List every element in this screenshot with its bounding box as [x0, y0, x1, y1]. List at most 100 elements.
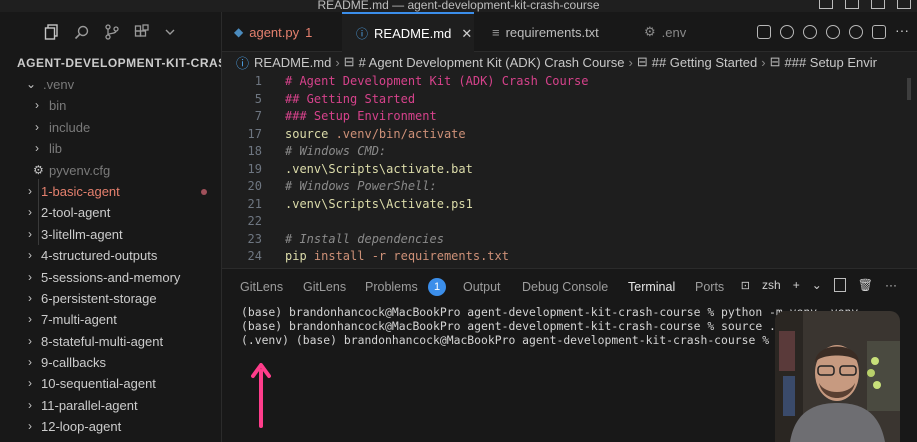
tab-output[interactable]: Output: [463, 280, 501, 294]
scrollbar[interactable]: [907, 78, 911, 100]
chevron-down-icon[interactable]: [164, 26, 176, 38]
tree-item-5-sessions-and-memory[interactable]: › 5-sessions-and-memory: [8, 267, 221, 288]
chevron-right-icon: ›: [28, 226, 32, 241]
panel-tabs: GitLens GitLens Problems 1 Output Debug …: [222, 269, 917, 305]
tree-item-8-stateful-multi-agent[interactable]: › 8-stateful-multi-agent: [8, 331, 221, 352]
chevron-right-icon: ›: [35, 119, 39, 134]
tab-requirements-txt[interactable]: ≡ requirements.txt: [478, 12, 628, 52]
more-actions-icon[interactable]: ···: [885, 278, 897, 292]
terminal-line: (base) brandonhancock@MacBookPro agent-d…: [241, 305, 859, 319]
trash-icon[interactable]: 🗑: [858, 278, 873, 292]
tree-item-bin[interactable]: › bin: [8, 95, 221, 116]
breadcrumb-separator: ›: [335, 54, 340, 70]
title-bar: README.md — agent-development-kit-crash-…: [0, 0, 917, 12]
toggle-secondary-sidebar-icon[interactable]: [871, 0, 885, 9]
tab-agent-py[interactable]: ◆ agent.py 1: [222, 12, 340, 52]
tree-item-9-callbacks[interactable]: › 9-callbacks: [8, 352, 221, 373]
tree-item-10-sequential-agent[interactable]: › 10-sequential-agent: [8, 373, 221, 394]
tree-item-1-basic-agent[interactable]: › 1-basic-agent: [8, 181, 221, 202]
chevron-right-icon: ›: [28, 376, 32, 391]
layout-controls: [819, 0, 911, 9]
tab-debug-console[interactable]: Debug Console: [522, 280, 608, 294]
activity-bar: [0, 12, 8, 442]
breadcrumb-item[interactable]: ### Setup Envir: [784, 55, 877, 70]
lines-icon: ≡: [492, 24, 500, 40]
search-icon[interactable]: [74, 24, 90, 40]
tree-item-lib[interactable]: › lib: [8, 138, 221, 159]
copilot-icon[interactable]: [780, 25, 794, 39]
code-editor[interactable]: 1 # Agent Development Kit (ADK) Crash Cou…: [222, 72, 917, 268]
chevron-down-icon: ⌄: [26, 77, 37, 91]
chevron-right-icon: ›: [28, 333, 32, 348]
gear-icon: ⚙: [33, 162, 44, 177]
terminal-icon: ⊡: [740, 279, 750, 292]
breadcrumb-item[interactable]: README.md: [254, 55, 331, 70]
sidebar-toolbar: [8, 12, 221, 52]
tree-item-venv[interactable]: ⌄ .venv: [8, 74, 221, 95]
breadcrumb-separator: ›: [761, 54, 766, 70]
tab-terminal[interactable]: Terminal: [628, 280, 675, 294]
editor-tabs: ◆ agent.py 1 ⓘ README.md ✕ ≡ requirement…: [222, 12, 917, 53]
modified-dot: [201, 188, 207, 195]
more-actions-icon[interactable]: ···: [895, 23, 909, 39]
extensions-icon[interactable]: [134, 24, 150, 40]
split-terminal-icon[interactable]: [833, 278, 846, 292]
chevron-right-icon: ›: [28, 290, 32, 305]
webcam-overlay: [775, 311, 900, 442]
chevron-right-icon: ›: [28, 269, 32, 284]
toggle-panel-icon[interactable]: [845, 0, 859, 9]
toggle-sidebar-icon[interactable]: [819, 0, 833, 9]
terminal-line: (.venv) (base) brandonhancock@MacBookPro…: [241, 333, 785, 347]
window-title: README.md — agent-development-kit-crash-…: [317, 0, 600, 12]
tree-item-3-litellm-agent[interactable]: › 3-litellm-agent: [8, 224, 221, 245]
tree-item-11-parallel-agent[interactable]: › 11-parallel-agent: [8, 395, 221, 416]
breadcrumb-separator: ›: [628, 54, 633, 70]
compare-icon[interactable]: [803, 25, 817, 39]
chevron-right-icon: ›: [28, 312, 32, 327]
editor-actions: ···: [757, 12, 917, 52]
tree-item-12-loop-agent[interactable]: › 12-loop-agent: [8, 416, 221, 437]
tree-item-6-persistent-storage[interactable]: › 6-persistent-storage: [8, 288, 221, 309]
terminal-shell-name[interactable]: zsh: [762, 278, 781, 292]
tree-item-include[interactable]: › include: [8, 117, 221, 138]
chevron-down-icon[interactable]: ⌄: [812, 278, 822, 292]
back-icon[interactable]: [826, 25, 840, 39]
tab-problems[interactable]: Problems: [365, 280, 418, 294]
chevron-right-icon: ›: [28, 355, 32, 370]
breadcrumb-item[interactable]: ## Getting Started: [652, 55, 758, 70]
breadcrumb: ⓘ README.md › ⊟ # Agent Development Kit …: [222, 52, 917, 72]
add-terminal-icon[interactable]: +: [793, 278, 800, 292]
chevron-right-icon: ›: [28, 183, 32, 198]
breadcrumb-item[interactable]: # Agent Development Kit (ADK) Crash Cour…: [359, 55, 625, 70]
file-tree: ⌄ .venv › bin › include › lib ⚙ pyvenv.cfg › 1…: [8, 74, 221, 438]
gear-icon: ⚙: [644, 24, 656, 39]
source-control-icon[interactable]: [104, 24, 120, 40]
chevron-right-icon: ›: [35, 98, 39, 113]
info-icon: ⓘ: [236, 55, 250, 71]
symbol-icon: ⊟: [636, 54, 648, 69]
forward-icon[interactable]: [849, 25, 863, 39]
symbol-icon: ⊟: [343, 54, 355, 69]
tree-item-7-multi-agent[interactable]: › 7-multi-agent: [8, 309, 221, 330]
tree-item-4-structured-outputs[interactable]: › 4-structured-outputs: [8, 245, 221, 266]
chevron-right-icon: ›: [35, 141, 39, 156]
chevron-right-icon: ›: [28, 419, 32, 434]
tab-gitlens-2[interactable]: GitLens: [303, 280, 346, 294]
tab-ports[interactable]: Ports: [695, 280, 724, 294]
tree-item-2-tool-agent[interactable]: › 2-tool-agent: [8, 202, 221, 223]
explorer-icon[interactable]: [44, 24, 60, 40]
tab-env[interactable]: ⚙ .env: [630, 12, 710, 52]
terminal-toolbar: ⊡ zsh + ⌄ 🗑 ···: [741, 278, 897, 292]
tab-gitlens[interactable]: GitLens: [240, 280, 283, 294]
problems-badge: 1: [428, 278, 446, 296]
customize-layout-icon[interactable]: [897, 0, 911, 9]
close-icon[interactable]: ✕: [461, 26, 472, 42]
chevron-right-icon: ›: [28, 248, 32, 263]
tree-item-pyvenv-cfg[interactable]: ⚙ pyvenv.cfg: [8, 160, 221, 181]
split-editor-icon[interactable]: [872, 25, 886, 39]
open-preview-icon[interactable]: [757, 25, 771, 39]
tab-readme-md[interactable]: ⓘ README.md ✕: [342, 12, 474, 53]
annotation-arrow: [251, 363, 271, 428]
chevron-right-icon: ›: [28, 397, 32, 412]
explorer-root-title[interactable]: AGENT-DEVELOPMENT-KIT-CRASH...: [8, 52, 221, 74]
